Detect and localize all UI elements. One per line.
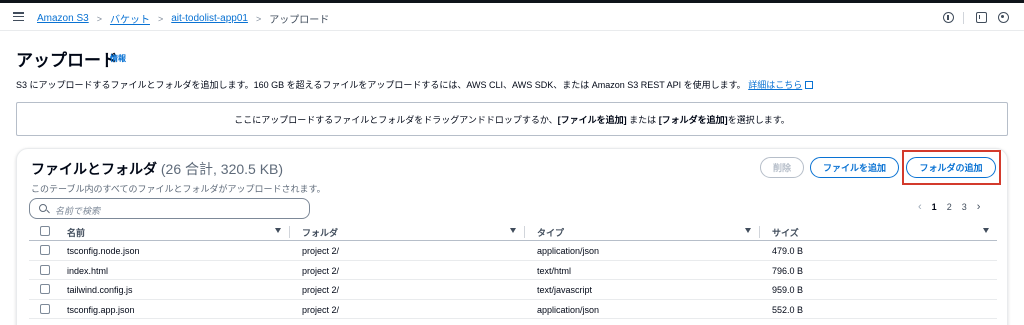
settings-icon[interactable] [998,12,1009,23]
breadcrumb-current: アップロード [269,15,330,26]
learn-more-link[interactable]: 詳細はこちら [748,80,802,90]
panel-toggle-icon[interactable] [976,12,987,23]
cell-type: application/json [537,304,600,315]
page-description: S3 にアップロードするファイルとフォルダを追加します。160 GB を超えるフ… [16,78,814,91]
page-title: アップロード [16,51,118,70]
row-checkbox[interactable] [40,303,50,314]
header-type[interactable]: タイプ [537,226,564,239]
cell-size: 552.0 B [772,304,804,315]
dropzone-text-1: ここにアップロードするファイルとフォルダをドラッグアンドドロップするか、 [234,114,558,125]
chevron-right-icon[interactable]: › [977,201,981,213]
info-link[interactable]: 情報 [110,53,126,64]
page-1[interactable]: 1 [932,202,937,212]
description-text: S3 にアップロードするファイルとフォルダを追加します。160 GB を超えるフ… [16,80,746,90]
sort-icon[interactable] [745,228,751,233]
sort-icon[interactable] [983,228,989,233]
cell-folder: project 2/ [302,246,340,256]
column-divider[interactable] [289,226,290,238]
pagination: ‹ 1 2 3 › [913,201,985,213]
header-folder[interactable]: フォルダ [302,226,338,239]
header-name[interactable]: 名前 [67,226,85,239]
table-row[interactable]: index.html project 2/ text/html 796.0 B [29,261,997,280]
sort-icon[interactable] [510,228,516,233]
dropzone-text-2: または [626,114,659,125]
sort-icon[interactable] [275,228,281,233]
cell-type: text/javascript [537,285,593,295]
cell-size: 796.0 B [772,265,804,276]
cell-folder: project 2/ [302,285,340,295]
row-checkbox[interactable] [40,284,50,294]
panel-title-text: ファイルとフォルダ [31,161,157,177]
cell-folder: project 2/ [302,265,340,276]
chevron-left-icon[interactable]: ‹ [918,201,922,213]
row-checkbox[interactable] [40,245,50,255]
breadcrumb-bar: Amazon S3 > バケット > ait-todolist-app01 > … [0,3,1024,31]
dropzone-add-folder: [フォルダを追加] [658,114,728,125]
cell-size: 479.0 B [772,246,804,256]
add-file-button[interactable]: ファイルを追加 [810,157,899,178]
page-3[interactable]: 3 [962,202,967,212]
cell-name: tailwind.config.js [67,285,133,295]
select-all-checkbox[interactable] [40,226,50,236]
drop-zone[interactable]: ここにアップロードするファイルとフォルダをドラッグアンドドロップするか、 [ファ… [16,102,1008,136]
column-divider[interactable] [524,226,525,238]
cell-type: application/json [537,246,600,256]
cell-size: 959.0 B [772,285,804,295]
table-row[interactable]: tailwind.config.js project 2/ text/javas… [29,280,997,300]
cell-folder: project 2/ [302,304,340,315]
cell-type: text/html [537,265,572,276]
chevron-right-icon: > [255,13,262,24]
page-2[interactable]: 2 [947,202,952,212]
highlight-box [902,150,1001,185]
chevron-right-icon: > [96,13,102,24]
info-icon[interactable] [943,12,954,23]
menu-icon[interactable] [13,12,24,22]
cell-name: tsconfig.node.json [67,246,140,256]
panel-subtitle: このテーブル内のすべてのファイルとフォルダがアップロードされます。 [31,184,326,194]
dropzone-text-3: を選択します。 [727,114,790,125]
divider [963,12,964,24]
search-placeholder: 名前で検索 [55,206,101,216]
breadcrumb-amazon-s3[interactable]: Amazon S3 [37,13,89,24]
cell-name: index.html [67,265,109,276]
row-checkbox[interactable] [40,264,50,275]
files-and-folders-panel: ファイルとフォルダ (26 合計, 320.5 KB) このテーブル内のすべての… [16,148,1008,325]
breadcrumb: Amazon S3 > バケット > ait-todolist-app01 > … [37,11,329,26]
external-link-icon [805,81,814,89]
search-icon [39,204,47,212]
dropzone-add-files: [ファイルを追加] [557,114,627,125]
column-divider[interactable] [759,226,760,238]
table-header: 名前 フォルダ タイプ サイズ [29,222,997,241]
delete-button[interactable]: 削除 [760,157,804,178]
chevron-right-icon: > [157,13,164,24]
table-row[interactable]: tsconfig.node.json project 2/ applicatio… [29,241,997,261]
header-size[interactable]: サイズ [772,226,799,239]
cell-name: tsconfig.app.json [67,304,135,315]
panel-count: (26 合計, 320.5 KB) [160,161,284,177]
panel-title: ファイルとフォルダ (26 合計, 320.5 KB) [31,159,283,179]
breadcrumb-bucket[interactable]: ait-todolist-app01 [171,13,248,24]
breadcrumb-buckets[interactable]: バケット [110,11,150,26]
search-input[interactable]: 名前で検索 [29,198,310,219]
table-row[interactable]: tsconfig.app.json project 2/ application… [29,300,997,319]
